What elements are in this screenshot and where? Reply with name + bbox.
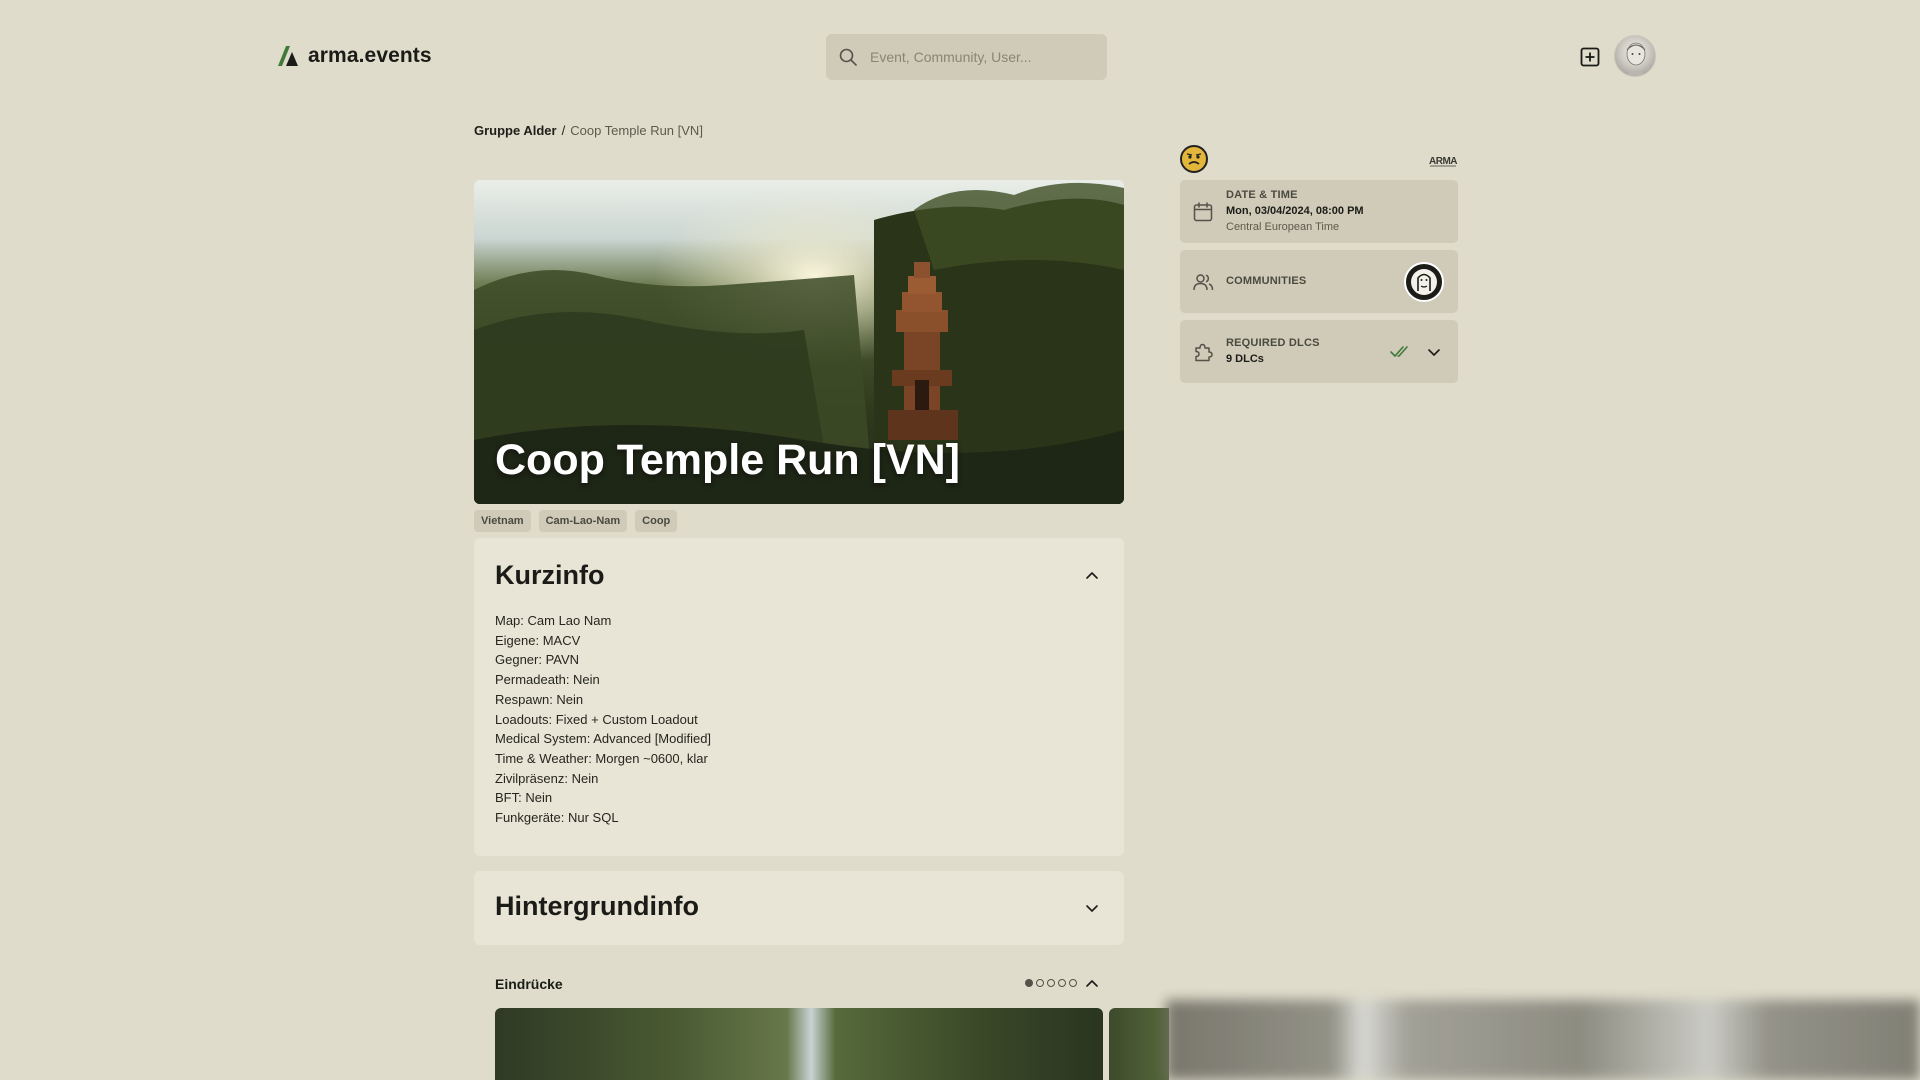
- dlcs-label: REQUIRED DLCS: [1226, 337, 1320, 349]
- community-logo-icon: [1411, 269, 1437, 295]
- chevron-up-icon[interactable]: [1084, 567, 1100, 583]
- background-blur-strip: [1166, 1000, 1920, 1080]
- tag-item[interactable]: Vietnam: [474, 510, 531, 532]
- pagination-dot[interactable]: [1047, 979, 1055, 987]
- logo-link[interactable]: arma.events: [276, 44, 432, 68]
- section-title: Kurzinfo: [495, 560, 605, 590]
- gallery-image[interactable]: [495, 1008, 1103, 1080]
- add-event-icon[interactable]: [1580, 47, 1600, 67]
- calendar-icon: [1193, 202, 1213, 222]
- arma-logo-icon: [278, 46, 298, 66]
- event-hero-image: Coop Temple Run [VN]: [474, 180, 1124, 504]
- puzzle-piece-icon: [1195, 343, 1213, 362]
- breadcrumb-current: Coop Temple Run [VN]: [570, 123, 703, 138]
- pagination-dot[interactable]: [1036, 979, 1044, 987]
- user-avatar[interactable]: [1614, 35, 1656, 77]
- list-item: Gegner: PAVN: [495, 652, 580, 668]
- search-input[interactable]: [870, 49, 1090, 65]
- top-bar: arma.events: [0, 0, 1920, 112]
- tag-list: Vietnam Cam-Lao-Nam Coop: [474, 510, 678, 532]
- list-item: BFT: Nein: [495, 790, 553, 806]
- organizer-face-icon: [1186, 153, 1202, 165]
- search-icon: [839, 48, 857, 66]
- dlcs-value: 9 DLCs: [1226, 353, 1264, 365]
- gallery-image[interactable]: [1109, 1008, 1169, 1080]
- search-box[interactable]: [826, 34, 1107, 80]
- logo-text: arma.events: [308, 44, 432, 67]
- list-item: Time & Weather: Morgen ~0600, klar: [495, 750, 708, 766]
- section-title: Hintergrundinfo: [495, 891, 699, 921]
- sidebar-header: ARMA: [1180, 145, 1458, 173]
- double-check-icon: [1390, 346, 1408, 357]
- gallery-pagination: [1025, 979, 1077, 987]
- list-item: Funkgeräte: Nur SQL: [495, 810, 619, 826]
- kurzinfo-list: Map: Cam Lao Nam Eigene: MACV Gegner: PA…: [495, 611, 711, 828]
- list-item: Eigene: MACV: [495, 632, 581, 648]
- hintergrundinfo-section[interactable]: Hintergrundinfo: [474, 871, 1124, 945]
- list-item: Zivilpräsenz: Nein: [495, 770, 599, 786]
- chevron-down-icon[interactable]: [1084, 900, 1100, 916]
- pagination-dot[interactable]: [1069, 979, 1077, 987]
- communities-label: COMMUNITIES: [1226, 275, 1307, 287]
- organizer-avatar[interactable]: [1180, 145, 1208, 173]
- pagination-dot[interactable]: [1058, 979, 1066, 987]
- list-item: Permadeath: Nein: [495, 672, 600, 688]
- tag-item[interactable]: Cam-Lao-Nam: [538, 510, 628, 532]
- breadcrumb-group-link[interactable]: Gruppe Alder: [474, 123, 557, 138]
- svg-text:ARMA: ARMA: [1429, 156, 1457, 167]
- datetime-label: DATE & TIME: [1226, 189, 1298, 201]
- list-item: Loadouts: Fixed + Custom Loadout: [495, 711, 698, 727]
- dlcs-card[interactable]: REQUIRED DLCS 9 DLCs: [1180, 320, 1458, 383]
- avatar-portrait-icon: [1625, 42, 1647, 76]
- event-title: Coop Temple Run [VN]: [495, 436, 961, 484]
- pagination-dot[interactable]: [1025, 979, 1033, 987]
- list-item: Map: Cam Lao Nam: [495, 613, 612, 628]
- community-avatar[interactable]: [1404, 262, 1444, 302]
- timezone-text: Central European Time: [1226, 221, 1340, 233]
- kurzinfo-section: Kurzinfo Map: Cam Lao Nam Eigene: MACV G…: [474, 538, 1124, 856]
- chevron-down-icon[interactable]: [1426, 344, 1442, 360]
- gallery-title: Eindrücke: [495, 976, 563, 992]
- datetime-value: Mon, 03/04/2024, 08:00 PM: [1226, 205, 1364, 217]
- list-item: Medical System: Advanced [Modified]: [495, 731, 712, 747]
- users-icon: [1193, 274, 1214, 291]
- chevron-up-icon[interactable]: [1084, 975, 1100, 991]
- list-item: Respawn: Nein: [495, 691, 584, 707]
- breadcrumb: Gruppe Alder / Coop Temple Run [VN]: [474, 123, 703, 138]
- arma-game-icon: ARMA: [1429, 156, 1458, 167]
- datetime-card: DATE & TIME Mon, 03/04/2024, 08:00 PM Ce…: [1180, 180, 1458, 243]
- tag-item[interactable]: Coop: [635, 510, 678, 532]
- breadcrumb-separator: /: [561, 123, 566, 138]
- communities-card: COMMUNITIES: [1180, 250, 1458, 313]
